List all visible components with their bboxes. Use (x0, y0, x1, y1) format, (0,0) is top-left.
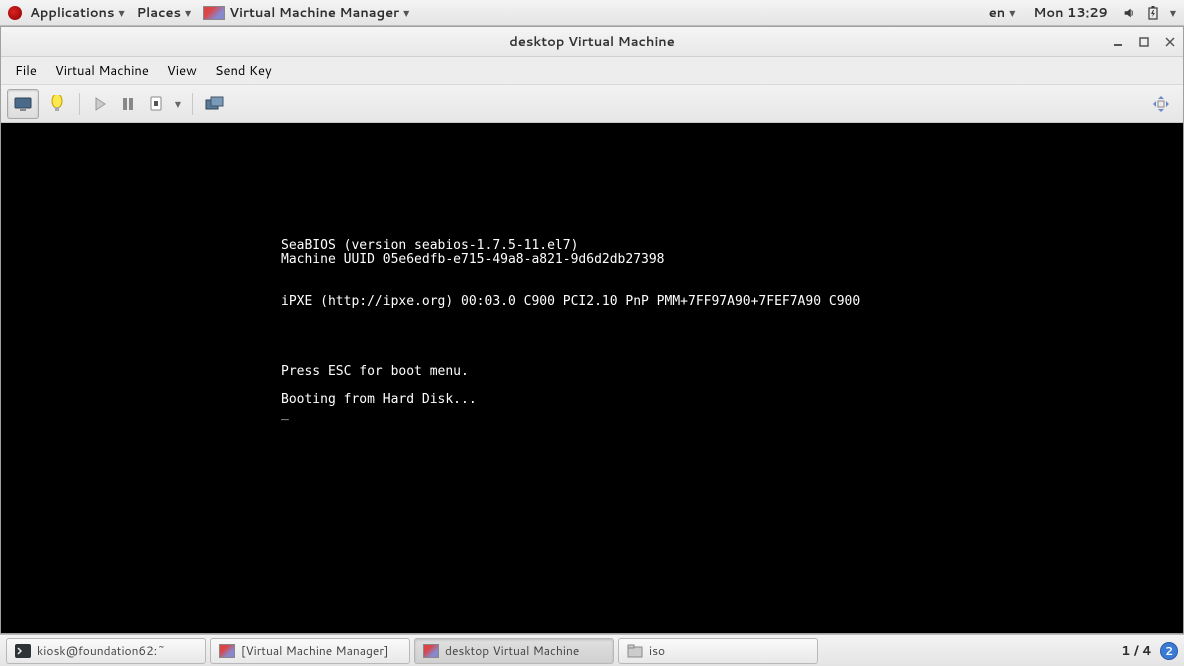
shutdown-menu-button[interactable]: ▼ (170, 89, 186, 119)
vm-console[interactable]: SeaBIOS (version seabios-1.7.5-11.el7) M… (1, 123, 1183, 633)
vm-window: desktop Virtual Machine File Virtual Mac… (0, 26, 1184, 634)
menu-file-label: File (15, 62, 37, 80)
taskbar-item-label: [Virtual Machine Manager] (241, 642, 389, 659)
taskbar-item-label: desktop Virtual Machine (445, 642, 579, 659)
menu-file[interactable]: File (7, 58, 45, 84)
pause-button[interactable] (114, 89, 142, 119)
maximize-button[interactable] (1137, 35, 1151, 49)
minimize-button[interactable] (1111, 35, 1125, 49)
taskbar-item-label: kiosk@foundation62:~ (37, 642, 165, 659)
details-view-button[interactable] (41, 89, 73, 119)
applications-label: Applications (30, 4, 114, 22)
menubar: File Virtual Machine View Send Key (1, 57, 1183, 85)
taskbar-item-vm-desktop[interactable]: desktop Virtual Machine (414, 638, 614, 664)
menu-vm-label: Virtual Machine (55, 62, 149, 80)
menu-view-label: View (167, 62, 197, 80)
chevron-down-icon[interactable]: ▼ (1170, 7, 1176, 19)
terminal-icon (15, 644, 31, 658)
run-button[interactable] (86, 89, 114, 119)
toolbar-separator (79, 93, 80, 115)
shutdown-button[interactable] (142, 89, 170, 119)
redhat-icon (8, 6, 22, 20)
clock[interactable]: Mon 13:29 (1029, 4, 1112, 22)
battery-icon[interactable] (1146, 6, 1160, 20)
volume-icon[interactable] (1122, 6, 1136, 20)
menu-sendkey-label: Send Key (215, 62, 272, 80)
places-menu[interactable]: Places ▼ (133, 4, 196, 22)
vmm-app-icon (203, 6, 225, 20)
close-button[interactable] (1163, 35, 1177, 49)
app-menu-label: Virtual Machine Manager (229, 4, 399, 22)
vmm-icon (219, 644, 235, 658)
workspace-badge[interactable]: 2 (1160, 642, 1178, 660)
vmm-icon (423, 644, 439, 658)
gnome-top-panel: Applications ▼ Places ▼ Virtual Machine … (0, 0, 1184, 26)
chevron-down-icon: ▼ (185, 7, 191, 19)
taskbar-item-vmm[interactable]: [Virtual Machine Manager] (210, 638, 410, 664)
chevron-down-icon: ▼ (1009, 7, 1015, 19)
gnome-taskbar: kiosk@foundation62:~ [Virtual Machine Ma… (0, 634, 1184, 666)
menu-virtual-machine[interactable]: Virtual Machine (47, 58, 157, 84)
workspace-indicator[interactable]: 1 / 4 (1121, 642, 1152, 660)
lang-label: en (989, 4, 1005, 22)
window-title: desktop Virtual Machine (509, 33, 675, 51)
toolbar-separator (192, 93, 193, 115)
toolbar: ▼ (1, 85, 1183, 123)
fullscreen-button[interactable] (1145, 89, 1177, 119)
console-view-button[interactable] (7, 89, 39, 119)
console-output: SeaBIOS (version seabios-1.7.5-11.el7) M… (1, 151, 1183, 421)
menu-send-key[interactable]: Send Key (207, 58, 280, 84)
snapshots-button[interactable] (199, 89, 231, 119)
clock-label: Mon 13:29 (1033, 4, 1108, 22)
chevron-down-icon: ▼ (118, 7, 124, 19)
applications-menu[interactable]: Applications ▼ (26, 4, 129, 22)
keyboard-layout-indicator[interactable]: en ▼ (985, 4, 1020, 22)
taskbar-item-terminal[interactable]: kiosk@foundation62:~ (6, 638, 206, 664)
taskbar-item-label: iso (649, 642, 665, 659)
menu-view[interactable]: View (159, 58, 205, 84)
folder-icon (627, 644, 643, 658)
places-label: Places (137, 4, 181, 22)
chevron-down-icon: ▼ (403, 7, 409, 19)
taskbar-item-files-iso[interactable]: iso (618, 638, 818, 664)
titlebar[interactable]: desktop Virtual Machine (1, 27, 1183, 57)
app-menu[interactable]: Virtual Machine Manager ▼ (199, 4, 413, 22)
